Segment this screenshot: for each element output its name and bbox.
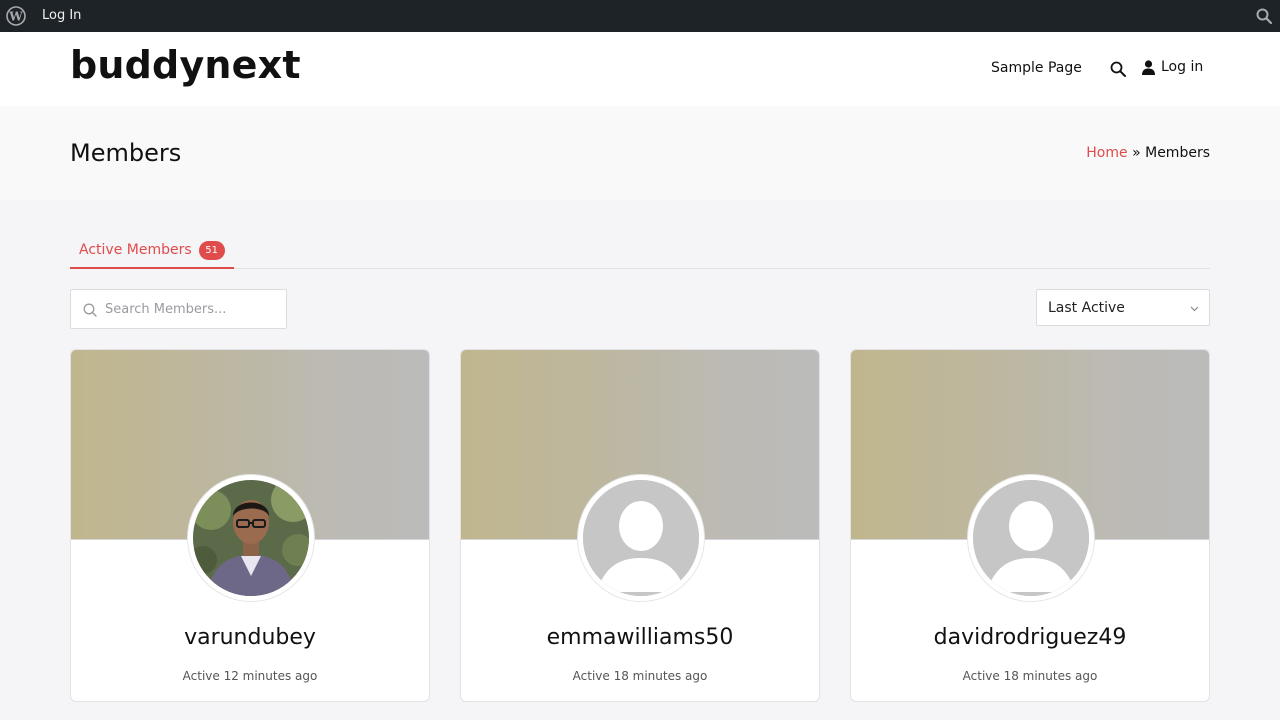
site-header: buddynext Sample Page Log in bbox=[0, 32, 1280, 106]
breadcrumb-current: Members bbox=[1145, 145, 1210, 161]
tab-active-members[interactable]: Active Members 51 bbox=[70, 232, 234, 269]
member-search-input[interactable] bbox=[105, 290, 280, 328]
sort-selected-value: Last Active bbox=[1048, 300, 1125, 316]
member-name[interactable]: emmawilliams50 bbox=[461, 625, 819, 650]
breadcrumb-separator: » bbox=[1132, 145, 1141, 161]
member-photo bbox=[193, 480, 309, 596]
member-tabs: Active Members 51 bbox=[70, 232, 1210, 269]
site-title[interactable]: buddynext bbox=[70, 43, 301, 87]
member-sort-select[interactable]: Last Active bbox=[1036, 289, 1210, 326]
avatar[interactable] bbox=[967, 474, 1095, 602]
member-name[interactable]: varundubey bbox=[71, 625, 429, 650]
member-card[interactable]: emmawilliams50 Active 18 minutes ago bbox=[460, 349, 820, 702]
user-icon bbox=[1142, 59, 1155, 75]
search-icon[interactable] bbox=[1110, 61, 1126, 77]
nav-login-label: Log in bbox=[1161, 59, 1204, 75]
member-activity: Active 18 minutes ago bbox=[572, 669, 708, 683]
svg-text:W: W bbox=[8, 10, 23, 24]
default-avatar-icon bbox=[583, 480, 699, 596]
member-name[interactable]: davidrodriguez49 bbox=[851, 625, 1209, 650]
nav-login-link[interactable]: Log in bbox=[1142, 59, 1203, 75]
admin-bar: W Log In bbox=[0, 0, 1280, 32]
member-card[interactable]: varundubey Active 12 minutes ago bbox=[70, 349, 430, 702]
nav-sample-page[interactable]: Sample Page bbox=[991, 60, 1082, 76]
member-count-badge: 51 bbox=[198, 241, 225, 260]
tab-label: Active Members bbox=[79, 242, 192, 258]
admin-search-icon[interactable] bbox=[1256, 8, 1272, 24]
member-activity: Active 12 minutes ago bbox=[182, 669, 318, 683]
breadcrumb-home-link[interactable]: Home bbox=[1086, 145, 1127, 161]
default-avatar-icon bbox=[973, 480, 1089, 596]
member-search bbox=[70, 289, 287, 329]
wordpress-logo-icon[interactable]: W bbox=[6, 6, 26, 26]
member-card[interactable]: davidrodriguez49 Active 18 minutes ago bbox=[850, 349, 1210, 702]
search-icon bbox=[83, 303, 97, 317]
admin-login-link[interactable]: Log In bbox=[42, 8, 81, 23]
avatar[interactable] bbox=[577, 474, 705, 602]
page-title: Members bbox=[70, 139, 182, 167]
chevron-down-icon bbox=[1190, 306, 1199, 312]
avatar[interactable] bbox=[187, 474, 315, 602]
breadcrumb: Home » Members bbox=[1086, 145, 1210, 161]
page-header: Members Home » Members bbox=[0, 106, 1280, 200]
member-activity: Active 18 minutes ago bbox=[962, 669, 1098, 683]
